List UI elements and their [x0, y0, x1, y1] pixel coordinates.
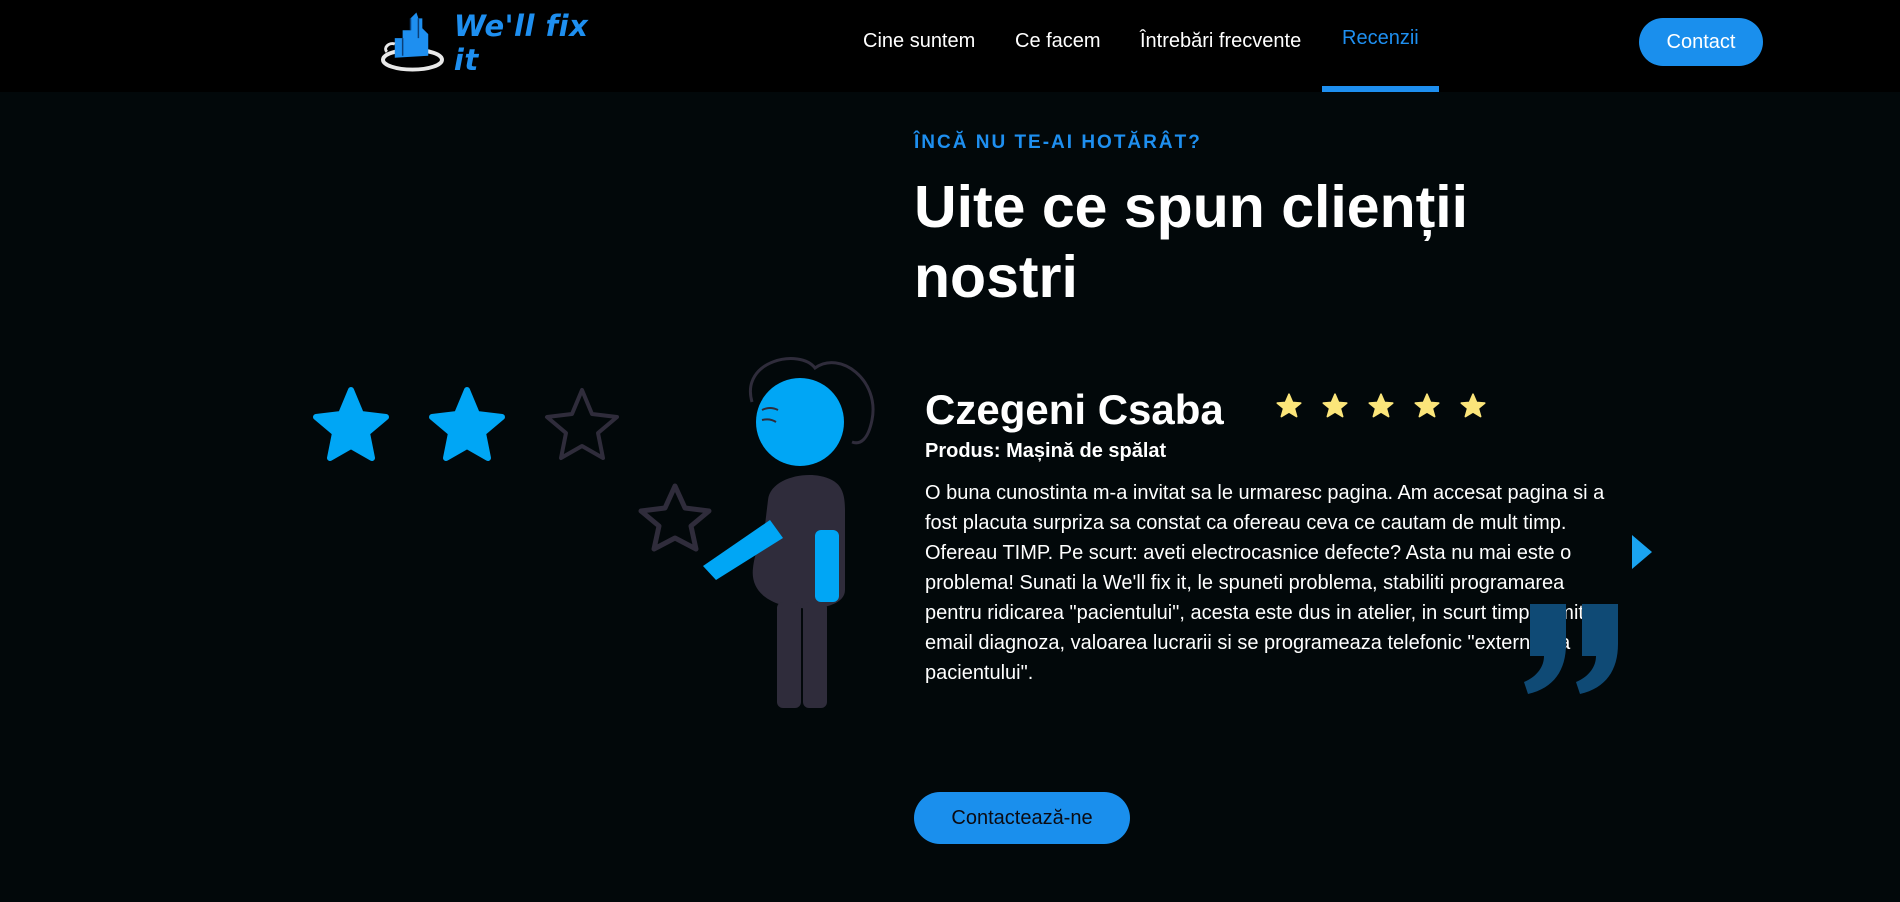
navbar: We'll fix it Cine suntem Ce facem Întreb… [0, 0, 1900, 92]
contact-button[interactable]: Contact [1639, 18, 1763, 66]
active-tab-indicator [1322, 86, 1439, 92]
star-icon [1414, 393, 1440, 418]
person-right-leg [803, 602, 827, 708]
star-icon [1368, 393, 1394, 418]
rating-illustration [313, 357, 875, 708]
person-head [756, 378, 844, 466]
star-icon [1276, 393, 1302, 418]
brand-logo[interactable]: We'll fix it [381, 8, 621, 78]
filled-star-icon [313, 387, 389, 461]
person-right-arm [815, 530, 839, 602]
star-icon [1322, 393, 1348, 418]
nav-item-ce-facem[interactable]: Ce facem [1015, 30, 1101, 53]
review-rating [1275, 392, 1487, 420]
nav-item-cine-suntem[interactable]: Cine suntem [863, 30, 975, 53]
empty-star-icon [545, 388, 619, 460]
held-star-icon [638, 483, 712, 552]
logo-text: We'll fix it [453, 9, 589, 77]
house-city-logo-icon [381, 12, 444, 72]
filled-star-icon [429, 387, 505, 461]
reviewer-name: Czegeni Csaba [925, 386, 1224, 433]
closing-quote-icon [1524, 604, 1618, 694]
person-left-leg [777, 602, 801, 708]
star-icon [1460, 393, 1486, 418]
chevron-right-icon[interactable] [1630, 535, 1652, 569]
nav-item-intrebari-frecvente[interactable]: Întrebări frecvente [1140, 30, 1301, 53]
contact-us-button[interactable]: Contactează-ne [914, 792, 1130, 844]
section-eyebrow: ÎNCĂ NU TE-AI HOTĂRÂT? [914, 132, 1202, 153]
nav-item-recenzii[interactable]: Recenzii [1342, 27, 1419, 50]
section-headline: Uite ce spun clienții nostri [914, 174, 1469, 310]
review-product: Produs: Mașină de spălat [925, 440, 1167, 462]
